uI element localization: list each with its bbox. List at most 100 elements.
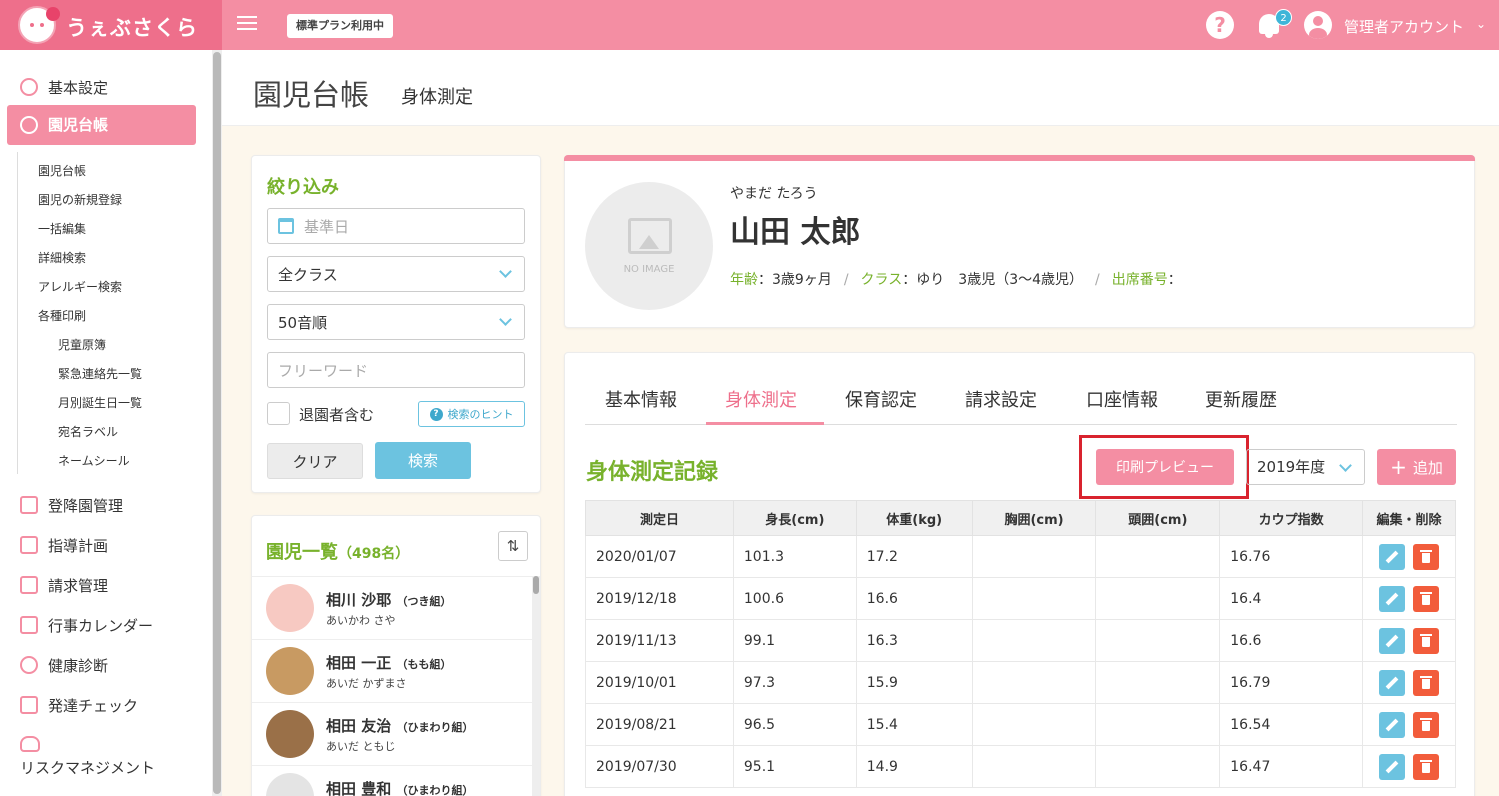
menu-toggle-icon[interactable]: [237, 16, 257, 34]
subnav-emergency-contacts[interactable]: 緊急連絡先一覧: [58, 365, 142, 382]
subnav-address-labels[interactable]: 宛名ラベル: [58, 423, 118, 440]
child-list-scroll-thumb[interactable]: [533, 576, 539, 594]
child-list-item[interactable]: 相田 友治 （ひまわり組） あいだ ともじ: [252, 702, 532, 765]
measurement-table: 測定日 身長(cm) 体重(kg) 胸囲(cm) 頭囲(cm) カウプ指数 編集…: [585, 500, 1456, 788]
table-row: 2019/10/01 97.3 15.9 16.79: [585, 661, 1456, 704]
filter-title: 絞り込み: [267, 177, 339, 198]
child-face-icon: [20, 115, 38, 134]
cell-head: [1095, 535, 1221, 578]
table-row: 2020/01/07 101.3 17.2 16.76: [585, 535, 1456, 578]
tab-bank-account[interactable]: 口座情報: [1086, 386, 1158, 412]
fiscal-year-select[interactable]: 2019年度: [1246, 449, 1365, 485]
add-record-button[interactable]: + 追加: [1377, 449, 1456, 485]
trash-icon[interactable]: [1413, 543, 1440, 570]
column-header: 測定日: [585, 500, 734, 536]
class-select-value: 全クラス: [278, 265, 338, 284]
subnav-child-register[interactable]: 園児台帳: [38, 162, 86, 179]
user-avatar-icon[interactable]: [1304, 11, 1332, 39]
edit-icon[interactable]: [1379, 627, 1406, 654]
sidebar-item-label: 健康診断: [48, 656, 109, 675]
table-row: 2019/11/13 99.1 16.3 16.6: [585, 619, 1456, 662]
sidebar-item-billing[interactable]: 請求管理: [20, 574, 108, 596]
child-list-scrollbar[interactable]: [532, 576, 540, 796]
include-withdrawn-checkbox[interactable]: [267, 402, 290, 425]
tab-update-history[interactable]: 更新履歴: [1205, 386, 1277, 412]
trash-icon[interactable]: [1413, 585, 1440, 612]
class-select[interactable]: 全クラス: [267, 256, 525, 292]
seat-number-value: ：: [1167, 272, 1182, 288]
sidebar-scroll-thumb[interactable]: [213, 52, 221, 794]
child-count: （498名）: [338, 546, 410, 562]
child-list-item[interactable]: 相田 豊和 （ひまわり組）: [252, 765, 532, 796]
sidebar-scrollbar[interactable]: [212, 50, 222, 796]
main-content: 園児台帳 身体測定 絞り込み 基準日 全クラス 50音順 フリーワード 退園者含…: [222, 50, 1499, 796]
sidebar-item-attendance[interactable]: 登降園管理: [20, 494, 123, 516]
child-name: 相田 友治 （ひまわり組）: [326, 717, 474, 735]
sidebar-item-health-checkup[interactable]: 健康診断: [20, 654, 108, 676]
tab-childcare-certification[interactable]: 保育認定: [845, 386, 917, 412]
child-kana: あいかわ さや: [326, 614, 396, 627]
print-preview-button[interactable]: 印刷プレビュー: [1096, 449, 1234, 485]
reference-date-field[interactable]: 基準日: [267, 208, 525, 244]
cell-height: 101.3: [732, 535, 857, 578]
chevron-down-icon: [1339, 459, 1352, 472]
tab-basic-info[interactable]: 基本情報: [605, 386, 677, 412]
trash-icon[interactable]: [1413, 753, 1440, 780]
order-select[interactable]: 50音順: [267, 304, 525, 340]
help-icon[interactable]: ?: [1206, 11, 1234, 39]
search-button[interactable]: 検索: [375, 442, 471, 479]
child-list-item[interactable]: 相川 沙耶 （つき組） あいかわ さや: [252, 576, 532, 639]
child-avatar-placeholder: [266, 773, 314, 796]
sidebar: 基本設定 園児台帳 園児台帳 園児の新規登録 一括編集 詳細検索 アレルギー検索…: [0, 50, 222, 796]
tab-body-measurement[interactable]: 身体測定: [725, 386, 797, 412]
subnav-allergy-search[interactable]: アレルギー検索: [38, 278, 122, 295]
submenu-divider: [17, 152, 18, 474]
cell-date: 2019/08/21: [585, 703, 734, 746]
edit-icon[interactable]: [1379, 753, 1406, 780]
trash-icon[interactable]: [1413, 669, 1440, 696]
user-menu-label[interactable]: 管理者アカウント: [1344, 16, 1464, 37]
sidebar-item-risk-management[interactable]: リスクマネジメント: [20, 757, 155, 778]
sort-toggle-icon[interactable]: ⇅: [498, 531, 528, 561]
subnav-child-record[interactable]: 児童原簿: [58, 336, 106, 353]
search-hint-button[interactable]: ? 検索のヒント: [418, 401, 525, 427]
subnav-new-registration[interactable]: 園児の新規登録: [38, 191, 122, 208]
cell-actions: [1362, 619, 1456, 662]
subnav-detail-search[interactable]: 詳細検索: [38, 249, 86, 266]
subnav-bulk-edit[interactable]: 一括編集: [38, 220, 86, 237]
child-kana: あいだ ともじ: [326, 740, 396, 753]
cell-head: [1095, 703, 1221, 746]
column-header: 体重(kg): [855, 500, 973, 536]
sidebar-item-event-calendar[interactable]: 行事カレンダー: [20, 614, 153, 636]
edit-icon[interactable]: [1379, 543, 1406, 570]
trash-icon[interactable]: [1413, 711, 1440, 738]
edit-icon[interactable]: [1379, 585, 1406, 612]
chevron-down-icon[interactable]: ⌄: [1476, 17, 1486, 31]
gear-icon: [20, 78, 38, 96]
question-icon: ?: [429, 407, 443, 421]
child-list-panel: 園児一覧（498名） ⇅ 相川 沙耶 （つき組） あいかわ さや 相田 一正 （…: [251, 515, 541, 796]
sidebar-item-basic-settings[interactable]: 基本設定: [20, 76, 108, 98]
app-logo[interactable]: うぇぶさくら: [0, 0, 222, 50]
keyword-input[interactable]: フリーワード: [267, 352, 525, 388]
subnav-print[interactable]: 各種印刷: [38, 307, 86, 324]
school-icon: [20, 496, 38, 514]
child-avatar: [266, 710, 314, 758]
edit-icon[interactable]: [1379, 669, 1406, 696]
trash-icon[interactable]: [1413, 627, 1440, 654]
sidebar-item-child-register[interactable]: 園児台帳: [20, 114, 108, 135]
child-profile-card: NO IMAGE やまだ たろう 山田 太郎 年齢：3歳9ヶ月 / クラス：ゆり 3…: [564, 155, 1475, 328]
include-withdrawn-label[interactable]: 退園者含む: [299, 404, 374, 425]
cell-kaup: 16.47: [1219, 745, 1364, 788]
cell-head: [1095, 661, 1221, 704]
sidebar-item-teaching-plan[interactable]: 指導計画: [20, 534, 108, 556]
edit-icon[interactable]: [1379, 711, 1406, 738]
subnav-monthly-birthdays[interactable]: 月別誕生日一覧: [58, 394, 142, 411]
profile-accent-bar: [564, 155, 1475, 161]
sidebar-item-development-check[interactable]: 発達チェック: [20, 694, 138, 716]
subnav-name-stickers[interactable]: ネームシール: [58, 452, 130, 469]
cell-date: 2019/07/30: [585, 745, 734, 788]
tab-billing-settings[interactable]: 請求設定: [965, 386, 1037, 412]
clear-button[interactable]: クリア: [267, 443, 363, 479]
child-list-item[interactable]: 相田 一正 （もも組） あいだ かずまさ: [252, 639, 532, 702]
